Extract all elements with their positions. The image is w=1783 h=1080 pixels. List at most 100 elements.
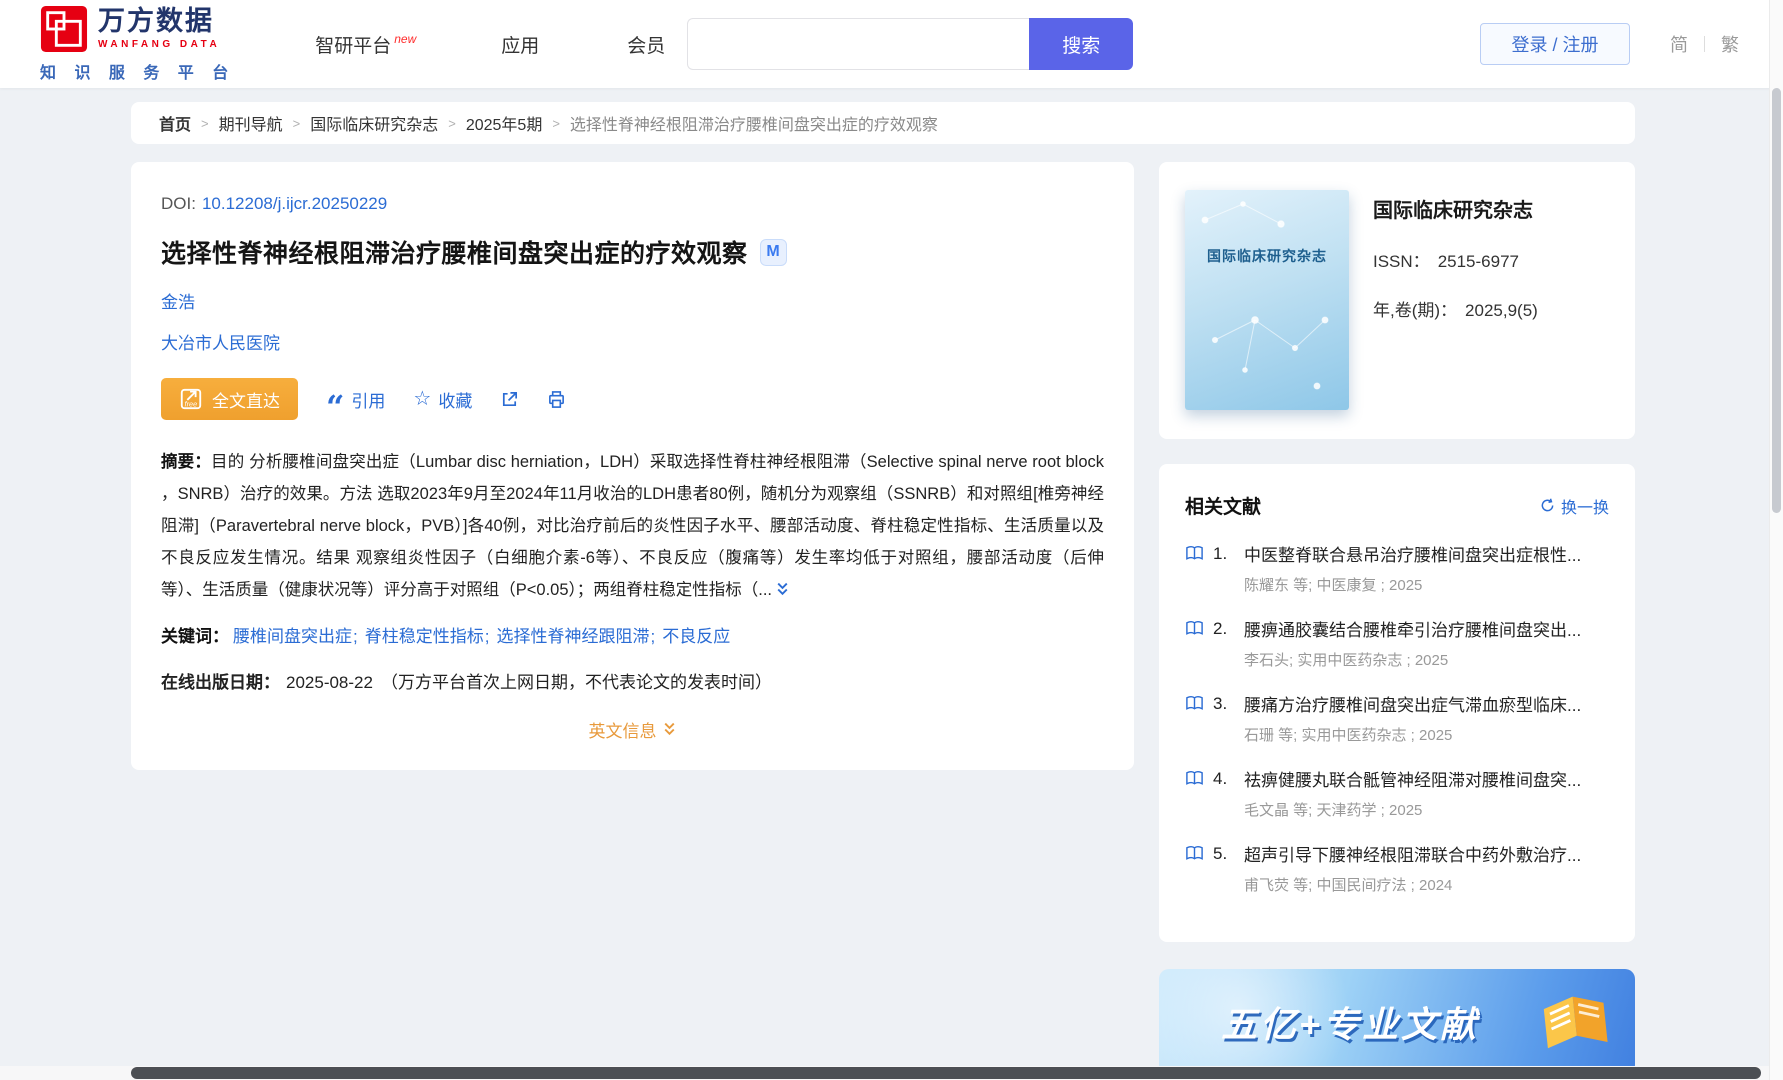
related-item-meta: 毛文晶 等; 天津药学 ; 2025 bbox=[1244, 802, 1423, 819]
share-icon bbox=[503, 391, 518, 406]
doi-label: DOI: bbox=[161, 194, 196, 213]
keyword-separator: ; bbox=[650, 627, 656, 646]
related-list: 1. 中医整脊联合悬吊治疗腰椎间盘突出症根性... 陈耀东 等; 中医康复 ; … bbox=[1185, 541, 1609, 895]
breadcrumb-separator: > bbox=[201, 115, 209, 131]
keyword-separator: ; bbox=[484, 627, 490, 646]
login-register-button[interactable]: 登录 / 注册 bbox=[1480, 23, 1630, 65]
nav-item-research-platform[interactable]: 智研平台 new bbox=[315, 31, 417, 58]
related-title: 相关文献 bbox=[1185, 497, 1262, 518]
breadcrumb: 首页 > 期刊导航 > 国际临床研究杂志 > 2025年5期 > 选择性脊神经根… bbox=[131, 102, 1635, 144]
book-icon bbox=[1186, 696, 1203, 710]
breadcrumb-journal[interactable]: 国际临床研究杂志 bbox=[310, 111, 438, 135]
pubdate-label: 在线出版日期： bbox=[161, 673, 280, 692]
volume-label: 年,卷(期)： bbox=[1373, 301, 1458, 320]
metrics-badge[interactable]: M bbox=[759, 238, 787, 266]
keyword-link[interactable]: 不良反应 bbox=[662, 627, 730, 646]
refresh-label: 换一换 bbox=[1560, 499, 1609, 517]
nav-item-apps[interactable]: 应用 bbox=[501, 31, 539, 58]
header: 万方数据 WANFANG DATA 知 识 服 务 平 台 智研平台 new 应用… bbox=[0, 0, 1783, 88]
share-button[interactable] bbox=[500, 390, 519, 409]
related-item-meta: 甫飞荧 等; 中国民间疗法 ; 2024 bbox=[1244, 877, 1453, 894]
related-item-title[interactable]: 祛痹健腰丸联合骶管神经阻滞对腰椎间盘突... bbox=[1244, 766, 1609, 791]
search-input[interactable] bbox=[687, 18, 1030, 70]
abstract-expand-button[interactable] bbox=[775, 576, 790, 608]
breadcrumb-separator: > bbox=[448, 115, 456, 131]
breadcrumb-separator: > bbox=[552, 115, 560, 131]
sidebar: 国际临床研究杂志 国际临床研究杂志 ISSN： 2515-6977 年,卷(期)：… bbox=[1159, 162, 1635, 1075]
keyword-link[interactable]: 选择性脊神经跟阻滞 bbox=[496, 627, 649, 646]
english-info-label: 英文信息 bbox=[588, 722, 657, 741]
affiliation-link[interactable]: 大冶市人民医院 bbox=[161, 334, 280, 353]
related-item[interactable]: 3. 腰痛方治疗腰椎间盘突出症气滞血瘀型临床... 石珊 等; 实用中医药杂志 … bbox=[1185, 691, 1609, 745]
affiliation-line: 大冶市人民医院 bbox=[161, 329, 1104, 354]
journal-cover[interactable]: 国际临床研究杂志 bbox=[1185, 190, 1349, 410]
journal-issn-line: ISSN： 2515-6977 bbox=[1373, 247, 1538, 272]
english-info-row: 英文信息 bbox=[161, 717, 1104, 742]
article-card: DOI: 10.12208/j.ijcr.20250229 选择性脊神经根阻滞治疗… bbox=[131, 162, 1134, 770]
breadcrumb-journal-nav[interactable]: 期刊导航 bbox=[219, 111, 283, 135]
related-item[interactable]: 5. 超声引导下腰神经根阻滞联合中药外敷治疗... 甫飞荧 等; 中国民间疗法 … bbox=[1185, 841, 1609, 895]
related-item-title[interactable]: 腰痛方治疗腰椎间盘突出症气滞血瘀型临床... bbox=[1244, 691, 1609, 716]
refresh-related-button[interactable]: 换一换 bbox=[1540, 494, 1609, 518]
brand-name: 万方数据 bbox=[98, 6, 214, 36]
related-item[interactable]: 1. 中医整脊联合悬吊治疗腰椎间盘突出症根性... 陈耀东 等; 中医康复 ; … bbox=[1185, 541, 1609, 595]
volume-value: 2025,9(5) bbox=[1465, 301, 1538, 320]
related-item-title[interactable]: 中医整脊联合悬吊治疗腰椎间盘突出症根性... bbox=[1244, 541, 1609, 566]
keywords-label: 关键词： bbox=[161, 627, 229, 646]
search-bar: 搜索 bbox=[687, 18, 1134, 70]
page-content: 首页 > 期刊导航 > 国际临床研究杂志 > 2025年5期 > 选择性脊神经根… bbox=[131, 102, 1635, 1075]
favorite-button[interactable]: ☆ 收藏 bbox=[413, 387, 472, 412]
breadcrumb-current: 选择性脊神经根阻滞治疗腰椎间盘突出症的疗效观察 bbox=[569, 117, 938, 134]
journal-name[interactable]: 国际临床研究杂志 bbox=[1373, 194, 1538, 223]
lang-traditional[interactable]: 繁 bbox=[1721, 31, 1739, 57]
author-line: 金浩 bbox=[161, 288, 1104, 313]
refresh-icon bbox=[1541, 498, 1554, 512]
related-item-meta: 陈耀东 等; 中医康复 ; 2025 bbox=[1244, 577, 1423, 594]
journal-cover-title: 国际临床研究杂志 bbox=[1207, 248, 1327, 264]
vertical-scrollbar[interactable] bbox=[1769, 0, 1783, 1080]
related-item-title[interactable]: 腰痹通胶囊结合腰椎牵引治疗腰椎间盘突出... bbox=[1244, 616, 1609, 641]
keyword-link[interactable]: 脊柱稳定性指标 bbox=[365, 627, 484, 646]
wanfang-logo-icon bbox=[40, 5, 88, 53]
cover-pattern bbox=[1201, 201, 1329, 390]
article-title: 选择性脊神经根阻滞治疗腰椎间盘突出症的疗效观察 bbox=[161, 240, 748, 268]
related-item-title[interactable]: 超声引导下腰神经根阻滞联合中药外敷治疗... bbox=[1244, 841, 1609, 866]
pubdate-note: （万方平台首次上网日期，不代表论文的发表时间） bbox=[380, 673, 772, 692]
favorite-label: 收藏 bbox=[438, 391, 473, 411]
fulltext-button[interactable]: free 全文直达 bbox=[161, 378, 298, 420]
keywords-line: 关键词： 腰椎间盘突出症; 脊柱稳定性指标; 选择性脊神经跟阻滞; 不良反应 bbox=[161, 622, 1104, 652]
cite-button[interactable]: “ 引用 bbox=[326, 387, 386, 426]
logo[interactable]: 万方数据 WANFANG DATA 知 识 服 务 平 台 bbox=[40, 5, 235, 83]
quote-icon: “ bbox=[326, 387, 345, 426]
breadcrumb-issue[interactable]: 2025年5期 bbox=[466, 111, 543, 135]
print-button[interactable] bbox=[547, 390, 566, 409]
pubdate-value: 2025-08-22 bbox=[286, 673, 373, 692]
promo-banner[interactable]: 五亿+专业文献 bbox=[1159, 969, 1635, 1075]
cite-label: 引用 bbox=[351, 391, 386, 411]
author-link[interactable]: 金浩 bbox=[161, 293, 195, 312]
related-item-number: 3. bbox=[1213, 693, 1228, 713]
chevron-down-icon bbox=[664, 722, 674, 736]
nav-item-member[interactable]: 会员 bbox=[627, 31, 665, 58]
horizontal-scrollbar-thumb[interactable] bbox=[131, 1067, 1761, 1079]
page: 万方数据 WANFANG DATA 知 识 服 务 平 台 智研平台 new 应用… bbox=[0, 0, 1783, 1080]
vertical-scrollbar-thumb[interactable] bbox=[1772, 88, 1781, 513]
related-item[interactable]: 2. 腰痹通胶囊结合腰椎牵引治疗腰椎间盘突出... 李石头; 实用中医药杂志 ;… bbox=[1185, 616, 1609, 670]
related-item-number: 4. bbox=[1213, 768, 1228, 788]
promo-banner-text: 五亿+专业文献 bbox=[1221, 1004, 1480, 1045]
journal-info: 国际临床研究杂志 ISSN： 2515-6977 年,卷(期)： 2025,9(5) bbox=[1373, 190, 1538, 411]
new-badge: new bbox=[394, 31, 417, 46]
english-info-toggle[interactable]: 英文信息 bbox=[589, 717, 677, 742]
keyword-link[interactable]: 腰椎间盘突出症 bbox=[233, 627, 352, 646]
nav-label: 智研平台 bbox=[315, 35, 392, 57]
open-book-icon bbox=[1543, 996, 1608, 1049]
related-item[interactable]: 4. 祛痹健腰丸联合骶管神经阻滞对腰椎间盘突... 毛文晶 等; 天津药学 ; … bbox=[1185, 766, 1609, 820]
book-icon bbox=[1186, 846, 1203, 860]
online-pubdate-line: 在线出版日期： 2025-08-22 （万方平台首次上网日期，不代表论文的发表时间） bbox=[161, 668, 1104, 693]
doi-link[interactable]: 10.12208/j.ijcr.20250229 bbox=[202, 194, 387, 213]
breadcrumb-home[interactable]: 首页 bbox=[159, 111, 191, 135]
search-button[interactable]: 搜索 bbox=[1029, 18, 1134, 70]
lang-simplified[interactable]: 简 bbox=[1670, 31, 1688, 57]
logo-text: 万方数据 WANFANG DATA bbox=[98, 6, 220, 51]
breadcrumb-separator: > bbox=[292, 115, 301, 131]
